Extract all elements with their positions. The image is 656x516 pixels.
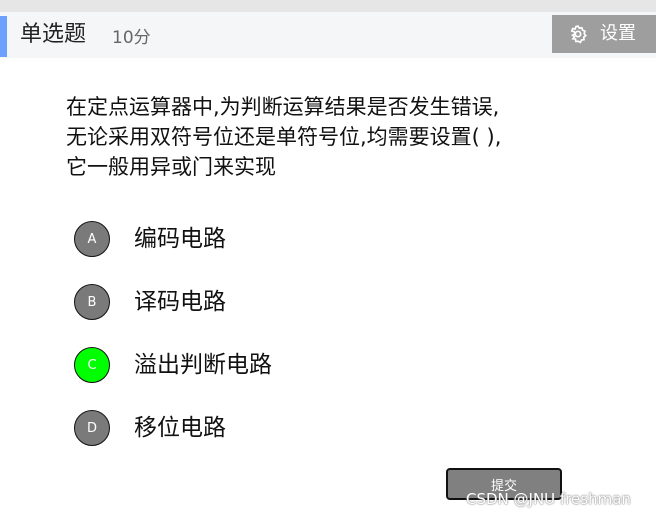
gear-icon — [570, 25, 587, 44]
option-d[interactable]: D 移位电路 — [74, 410, 374, 450]
option-b[interactable]: B 译码电路 — [74, 284, 374, 324]
question-score: 10分 — [112, 28, 151, 48]
option-d-text: 移位电路 — [134, 415, 226, 441]
top-border — [0, 0, 656, 12]
watermark: CSDN @JNU freshman — [466, 490, 631, 508]
question-line: 它一般用异或门来实现 — [66, 155, 276, 179]
option-d-radio[interactable]: D — [74, 410, 110, 446]
option-c-text: 溢出判断电路 — [134, 352, 272, 378]
option-c-radio[interactable]: C — [74, 347, 110, 383]
option-a-text: 编码电路 — [134, 226, 226, 252]
question-line: 在定点运算器中,为判断运算结果是否发生错误, — [66, 95, 500, 119]
option-b-radio[interactable]: B — [74, 284, 110, 320]
option-c[interactable]: C 溢出判断电路 — [74, 347, 374, 387]
option-a[interactable]: A 编码电路 — [74, 221, 374, 261]
option-a-radio[interactable]: A — [74, 221, 110, 257]
header-accent-bar — [0, 16, 7, 57]
question-line: 无论采用双符号位还是单符号位,均需要设置( ), — [66, 125, 502, 149]
option-b-text: 译码电路 — [134, 289, 226, 315]
question-text: 在定点运算器中,为判断运算结果是否发生错误, 无论采用双符号位还是单符号位,均需… — [66, 92, 586, 182]
settings-label: 设置 — [600, 23, 636, 44]
settings-button[interactable]: 设置 — [552, 15, 656, 53]
question-type-label: 单选题 — [20, 22, 87, 47]
